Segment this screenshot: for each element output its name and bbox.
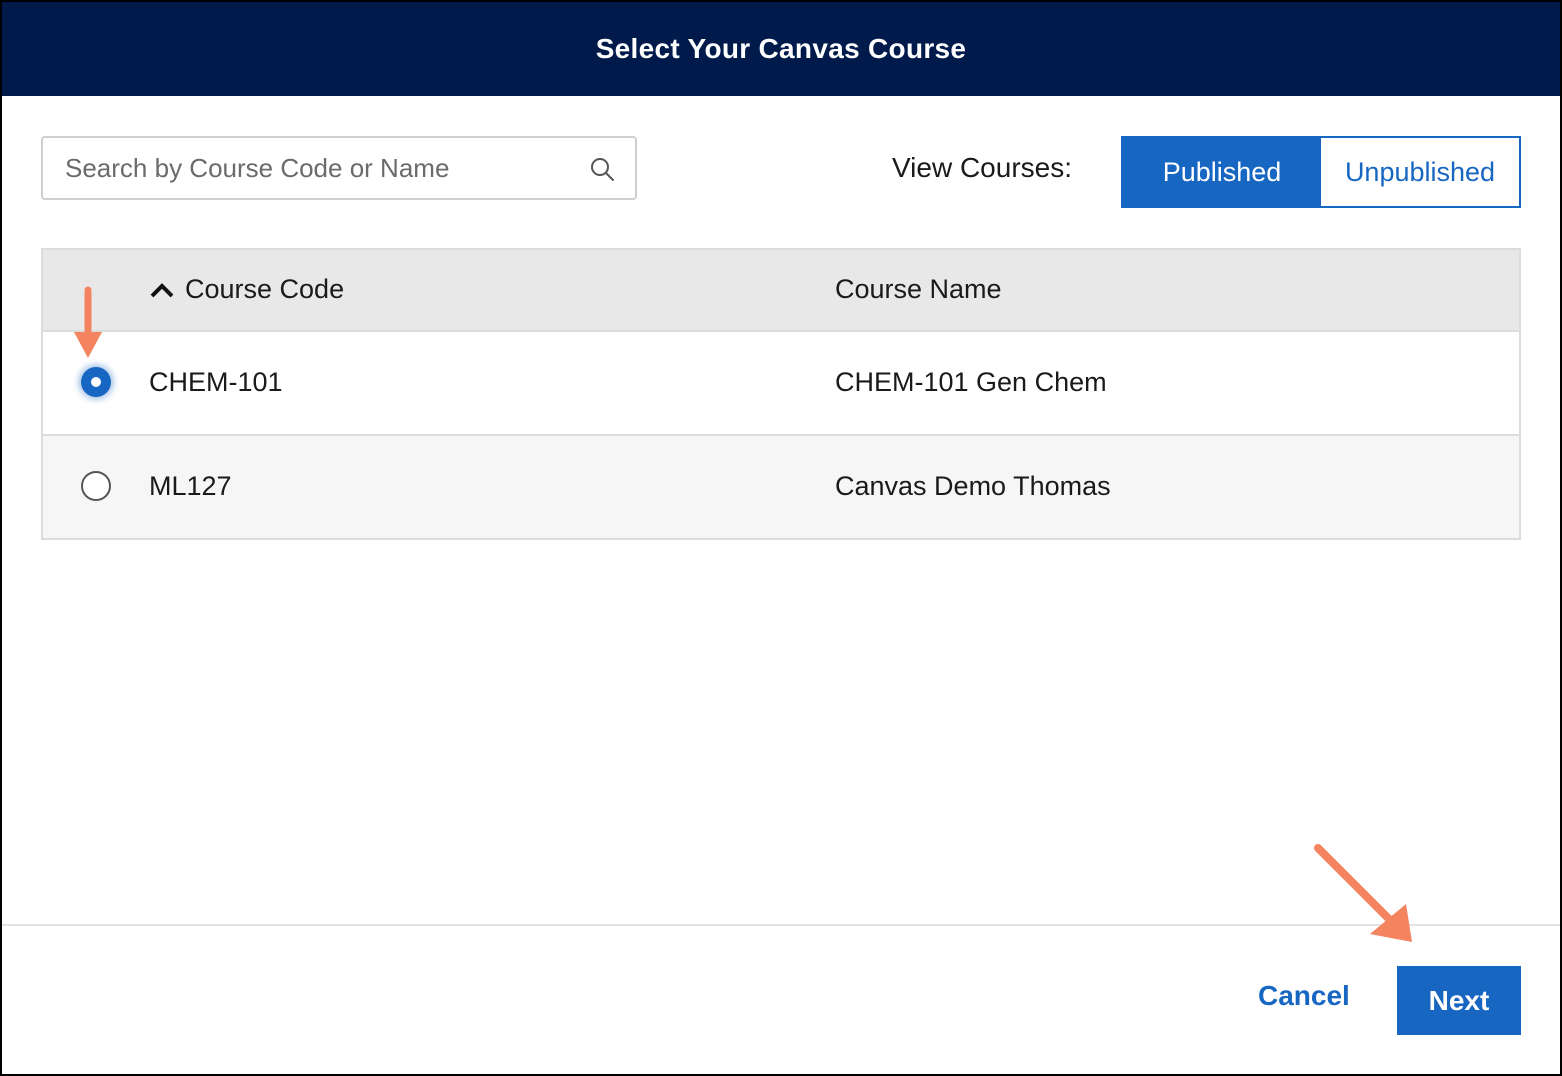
courses-table: Course Code Course Name CHEM-101 CHEM-10… xyxy=(41,248,1521,540)
search-input[interactable] xyxy=(63,151,567,185)
chevron-up-icon xyxy=(150,282,174,297)
table-header: Course Code Course Name xyxy=(43,250,1519,332)
next-button[interactable]: Next xyxy=(1397,966,1521,1035)
course-code-cell: ML127 xyxy=(149,471,232,501)
unpublished-toggle-button[interactable]: Unpublished xyxy=(1321,138,1519,206)
table-row[interactable]: CHEM-101 CHEM-101 Gen Chem xyxy=(43,332,1519,436)
course-radio[interactable] xyxy=(81,471,111,501)
course-select-dialog: Select Your Canvas Course View Courses: … xyxy=(2,2,1560,1074)
view-courses-toggle: Published Unpublished xyxy=(1121,136,1521,208)
course-radio-selected[interactable] xyxy=(81,367,111,397)
cancel-button[interactable]: Cancel xyxy=(1258,980,1350,1012)
table-row[interactable]: ML127 Canvas Demo Thomas xyxy=(43,436,1519,538)
course-name-cell: Canvas Demo Thomas xyxy=(835,471,1111,501)
dialog-title: Select Your Canvas Course xyxy=(595,33,967,64)
course-name-cell: CHEM-101 Gen Chem xyxy=(835,367,1107,397)
search-box[interactable] xyxy=(41,136,637,200)
view-courses-label: View Courses: xyxy=(892,152,1073,183)
search-icon[interactable] xyxy=(589,156,615,182)
dialog-header: Select Your Canvas Course xyxy=(2,2,1560,96)
annotation-arrow-icon xyxy=(1314,844,1412,942)
column-header-course-name: Course Name xyxy=(835,274,1002,304)
course-code-cell: CHEM-101 xyxy=(149,367,283,397)
column-header-course-code[interactable]: Course Code xyxy=(149,274,344,305)
footer-divider xyxy=(2,924,1560,926)
published-toggle-button[interactable]: Published xyxy=(1123,138,1321,206)
column-header-label: Course Code xyxy=(185,274,345,304)
